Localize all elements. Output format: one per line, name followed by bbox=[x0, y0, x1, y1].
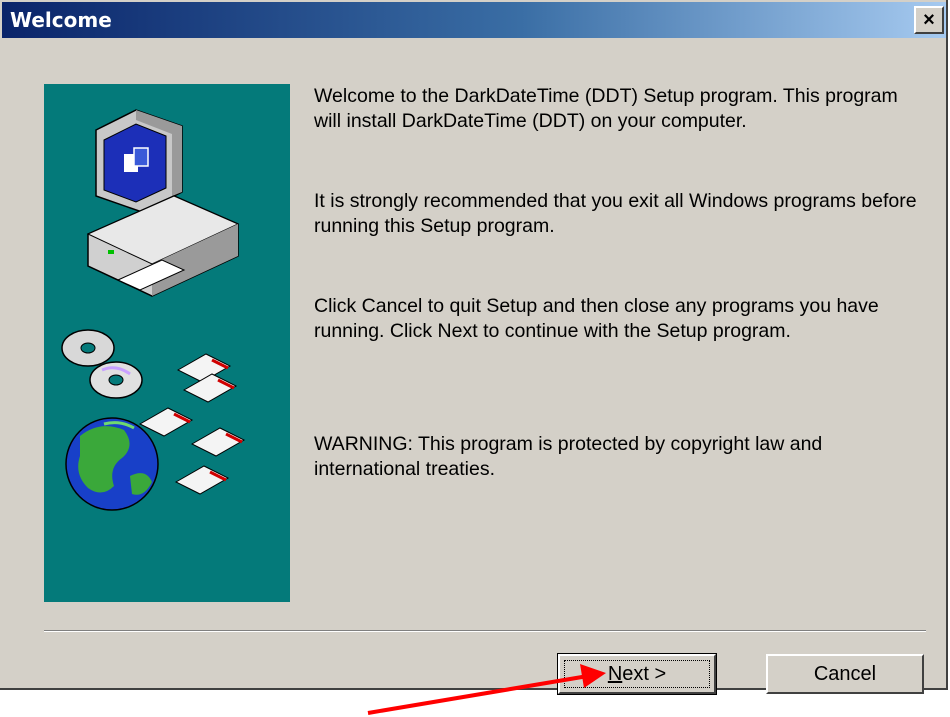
close-icon: × bbox=[923, 8, 935, 31]
next-button[interactable]: Next > bbox=[557, 653, 717, 695]
computer-icon bbox=[86, 109, 240, 297]
window-title: Welcome bbox=[10, 8, 112, 32]
setup-illustration bbox=[61, 109, 246, 511]
intro-text: Welcome to the DarkDateTime (DDT) Setup … bbox=[314, 85, 898, 132]
setup-dialog: Welcome × Welcome to the DarkDateTime (D… bbox=[0, 0, 948, 695]
instructions-text: Click Cancel to quit Setup and then clos… bbox=[314, 295, 879, 342]
title-bar[interactable]: Welcome × bbox=[2, 2, 946, 38]
copyright-warning-text: WARNING: This program is protected by co… bbox=[314, 433, 823, 480]
cancel-button[interactable]: Cancel bbox=[766, 654, 924, 694]
focus-rectangle bbox=[564, 660, 710, 688]
close-button[interactable]: × bbox=[914, 6, 944, 34]
setup-graphic-panel bbox=[44, 84, 290, 602]
button-separator bbox=[44, 630, 926, 632]
globe-icon bbox=[65, 417, 159, 511]
recommendation-text: It is strongly recommended that you exit… bbox=[314, 190, 917, 237]
cd-icon bbox=[61, 329, 143, 399]
